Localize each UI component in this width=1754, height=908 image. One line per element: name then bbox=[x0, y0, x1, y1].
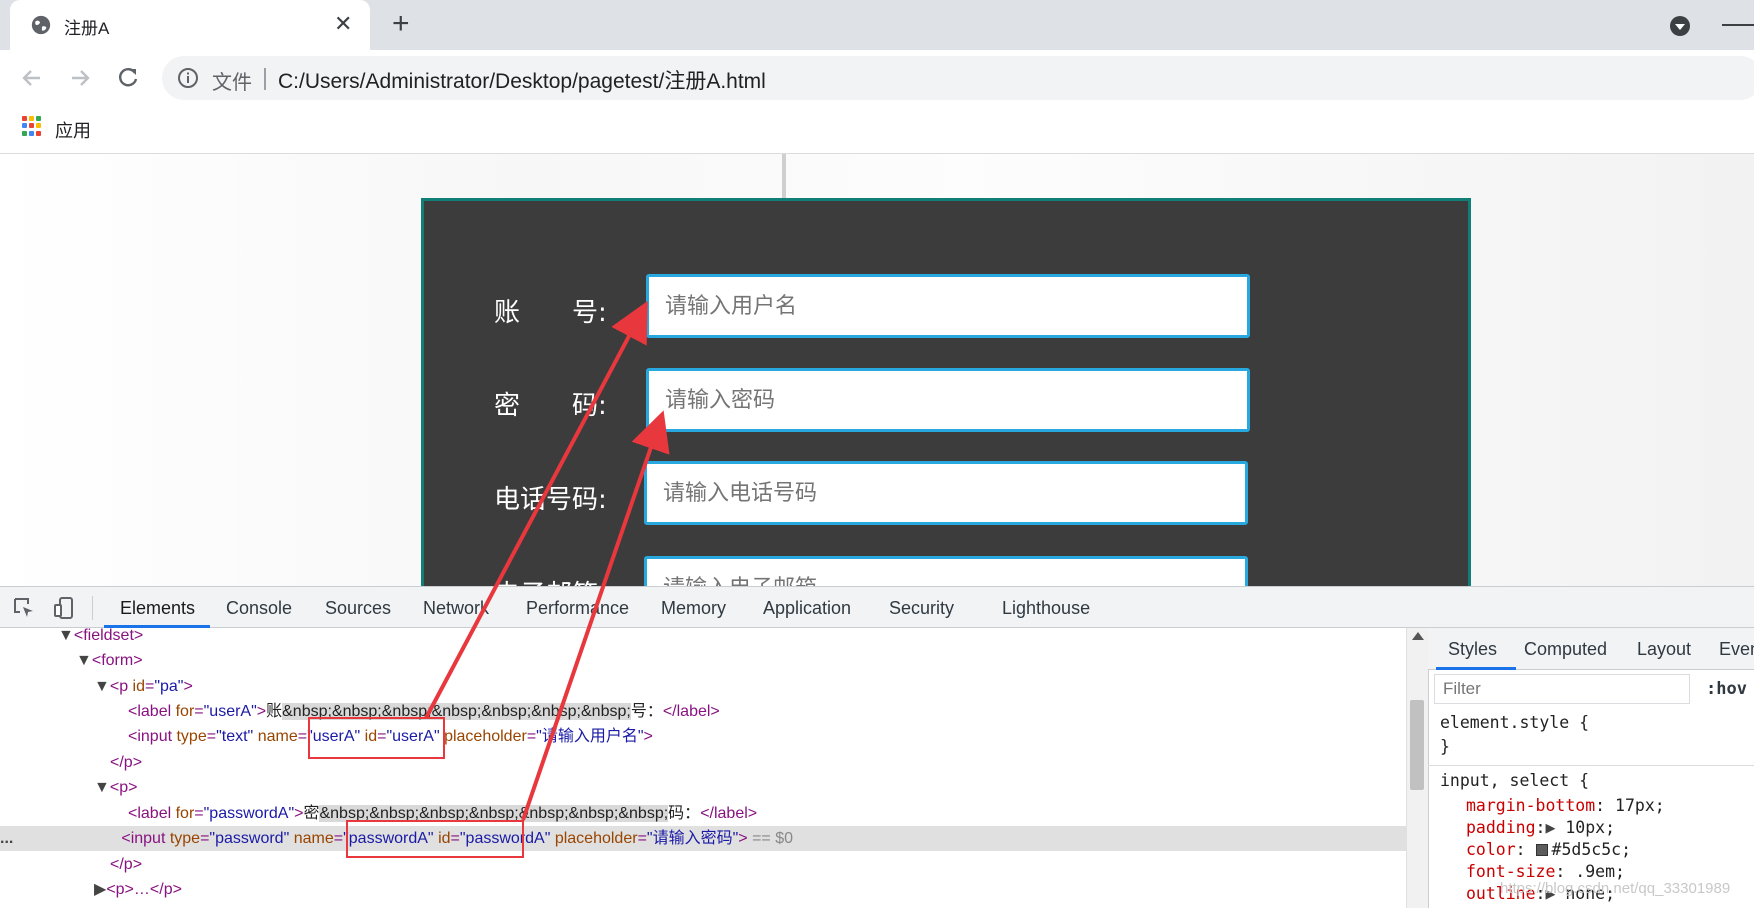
style-prop-margin-bottom[interactable]: margin-bottom: 17px; bbox=[1466, 795, 1665, 817]
apps-grid-icon[interactable] bbox=[22, 116, 42, 136]
password-input[interactable] bbox=[646, 368, 1250, 432]
url-text[interactable]: C:/Users/Administrator/Desktop/pagetest/… bbox=[278, 65, 766, 95]
tree-node-p-collapsed[interactable]: ▶<p>…</p> bbox=[94, 877, 182, 902]
tree-node-p-pa[interactable]: ▼<p id="pa"> bbox=[94, 674, 193, 699]
devtools-separator bbox=[92, 596, 93, 620]
expand-arrow-icon[interactable]: ▶ bbox=[1545, 818, 1555, 837]
tab-styles[interactable]: Styles bbox=[1448, 639, 1497, 660]
globe-icon bbox=[31, 15, 51, 35]
tab-title: 注册A bbox=[64, 19, 110, 38]
tree-node-p[interactable]: ▼<p> bbox=[94, 775, 137, 800]
scroll-up-arrow-icon[interactable] bbox=[1412, 632, 1424, 640]
tab-layout[interactable]: Layout bbox=[1637, 639, 1691, 660]
forward-arrow-icon[interactable] bbox=[66, 64, 94, 92]
color-swatch[interactable] bbox=[1535, 844, 1548, 856]
page-divider bbox=[782, 154, 786, 198]
styles-active-indicator bbox=[1436, 667, 1516, 670]
rule-selector[interactable]: input, select { bbox=[1440, 770, 1589, 792]
annotation-box-username bbox=[308, 717, 445, 759]
label-password: 密 码: bbox=[494, 391, 607, 421]
info-icon[interactable] bbox=[176, 66, 200, 90]
tab-lighthouse[interactable]: Lighthouse bbox=[1002, 598, 1090, 619]
element-style-close: } bbox=[1440, 737, 1450, 756]
tab-computed[interactable]: Computed bbox=[1524, 639, 1607, 660]
tab-performance[interactable]: Performance bbox=[526, 598, 629, 619]
tab-search-icon[interactable] bbox=[1668, 14, 1692, 38]
style-prop-color[interactable]: color: #5d5c5c; bbox=[1466, 839, 1631, 861]
label-account: 账 号: bbox=[494, 298, 607, 328]
tree-node-form[interactable]: ▼<form> bbox=[76, 648, 143, 673]
elements-tree[interactable] bbox=[0, 628, 1406, 908]
minimize-icon[interactable] bbox=[1722, 24, 1754, 26]
tree-node-p-close[interactable]: </p> bbox=[110, 750, 142, 775]
tab-memory[interactable]: Memory bbox=[661, 598, 726, 619]
tab-console[interactable]: Console bbox=[226, 598, 292, 619]
close-tab-icon[interactable]: ✕ bbox=[334, 12, 352, 36]
phone-input[interactable] bbox=[644, 461, 1248, 525]
back-arrow-icon[interactable] bbox=[18, 64, 46, 92]
new-tab-button[interactable]: + bbox=[392, 8, 410, 40]
tab-sources[interactable]: Sources bbox=[325, 598, 391, 619]
bookmarks-bar bbox=[0, 106, 1754, 154]
styles-divider bbox=[1428, 765, 1754, 766]
reload-icon[interactable] bbox=[114, 64, 142, 92]
inspect-element-icon[interactable] bbox=[12, 596, 36, 620]
label-phone: 电话号码: bbox=[494, 485, 607, 515]
style-prop-padding[interactable]: padding:▶ 10px; bbox=[1466, 817, 1615, 839]
tree-node-input-password-selected[interactable]: ... <input type="password" name="password… bbox=[0, 826, 1406, 851]
label-email: 电子邮箱: bbox=[494, 574, 607, 586]
address-separator bbox=[264, 68, 266, 90]
tree-node-p-close-2[interactable]: </p> bbox=[110, 852, 142, 877]
email-input[interactable] bbox=[644, 556, 1248, 586]
tab-application[interactable]: Application bbox=[763, 598, 851, 619]
styles-filter-input[interactable] bbox=[1434, 674, 1690, 704]
bookmark-apps[interactable]: 应用 bbox=[55, 117, 91, 143]
watermark: https://blog.csdn.net/qq_33301989 bbox=[1500, 880, 1731, 897]
tab-security[interactable]: Security bbox=[889, 598, 954, 619]
file-scheme-label: 文件 bbox=[212, 72, 252, 94]
scroll-thumb[interactable] bbox=[1410, 700, 1424, 790]
tab-network[interactable]: Network bbox=[423, 598, 489, 619]
tab-elements[interactable]: Elements bbox=[120, 598, 195, 619]
device-toolbar-icon[interactable] bbox=[52, 596, 76, 620]
form-clip: 电子邮箱: bbox=[421, 552, 1471, 586]
annotation-box-password bbox=[346, 820, 524, 858]
element-style-rule[interactable]: element.style { bbox=[1440, 712, 1589, 734]
tab-event-listeners[interactable]: Even bbox=[1719, 639, 1754, 660]
tree-node-fieldset[interactable]: ▼<fieldset> bbox=[58, 623, 143, 648]
username-input[interactable] bbox=[646, 274, 1250, 338]
hov-toggle[interactable]: :hov bbox=[1706, 679, 1747, 699]
